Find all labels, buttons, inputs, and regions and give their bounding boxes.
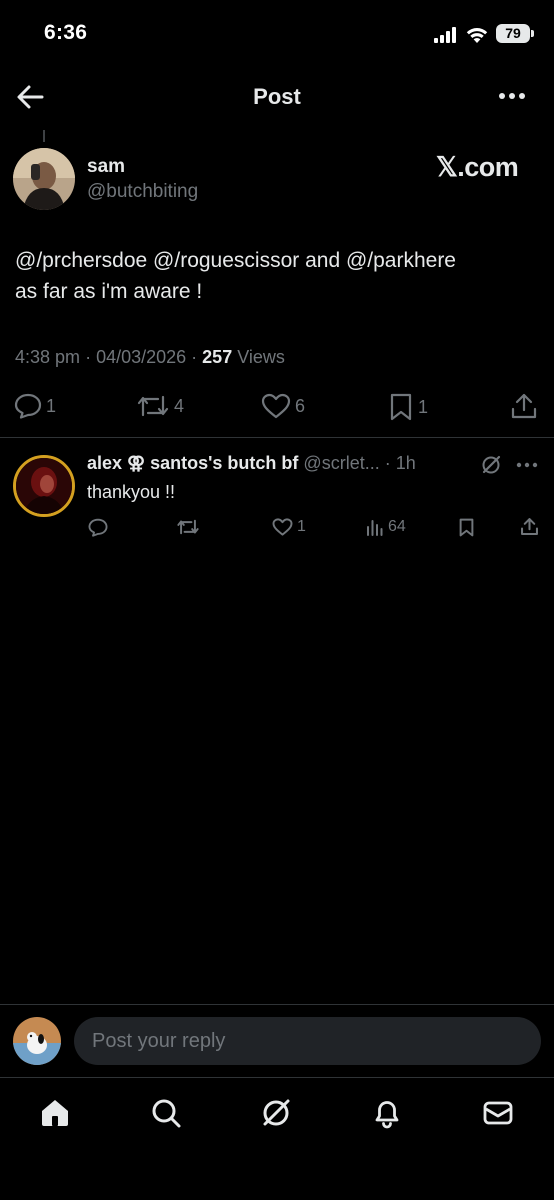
reply-author-name[interactable]: alex ⚢ santos's butch bf (87, 453, 298, 473)
comment-icon (88, 518, 108, 537)
mail-icon (483, 1101, 513, 1125)
reply-bookmark-button[interactable] (458, 518, 475, 537)
repost-count: 4 (174, 395, 185, 416)
post-text: @/prchersdoe @/roguescissor and @/parkhe… (15, 245, 540, 307)
battery-indicator: 79 (496, 24, 530, 43)
views-label: Views (237, 347, 285, 367)
post-text-line-2: as far as i'm aware ! (15, 280, 203, 303)
reply-author-handle[interactable]: @scrlet... (303, 453, 379, 473)
post-date: 04/03/2026 (96, 347, 187, 367)
views-count: 257 (202, 347, 233, 367)
reply-repost-button[interactable] (176, 518, 204, 536)
reply-avatar[interactable] (13, 455, 75, 517)
post-time: 4:38 pm (15, 347, 81, 367)
heart-icon (261, 393, 291, 419)
grok-icon (263, 1099, 290, 1126)
reply-input[interactable] (74, 1017, 541, 1065)
home-icon (42, 1100, 68, 1126)
meta-separator: · (191, 347, 203, 367)
tab-grok[interactable] (260, 1097, 292, 1129)
post-meta: 4:38 pm · 04/03/2026 · 257 Views (15, 347, 285, 368)
more-options-button[interactable] (498, 91, 526, 101)
search-icon (152, 1099, 181, 1128)
share-button[interactable] (510, 392, 538, 420)
reply-share-button[interactable] (520, 517, 539, 536)
bookmark-button[interactable]: 1 (388, 393, 428, 421)
bookmark-icon (390, 393, 412, 421)
wifi-icon (465, 24, 489, 43)
more-horizontal-icon (516, 462, 538, 468)
reply-text: thankyou !! (87, 482, 176, 502)
post-text-line-1: @/prchersdoe @/roguescissor and @/parkhe… (15, 249, 456, 272)
reply-button[interactable]: 1 (14, 393, 56, 419)
bookmark-count: 1 (418, 396, 429, 417)
battery-tip (531, 30, 534, 37)
comment-icon (14, 393, 42, 419)
repost-icon (137, 395, 169, 417)
share-icon (511, 393, 537, 419)
signal-icon (434, 27, 458, 43)
meta-separator: · (85, 347, 97, 367)
reply-like-count: 1 (297, 518, 306, 535)
reply-views-count: 64 (388, 518, 406, 535)
page-title: Post (253, 84, 301, 109)
post-divider (0, 437, 554, 438)
reply-views-button[interactable]: 64 (366, 518, 406, 536)
tabbar-divider (0, 1077, 554, 1078)
repost-button[interactable]: 4 (136, 393, 184, 419)
more-horizontal-icon (499, 93, 525, 99)
repost-icon (177, 519, 199, 535)
heart-icon (272, 518, 293, 536)
author-avatar[interactable] (13, 148, 75, 210)
grok-button[interactable] (480, 454, 502, 476)
share-icon (521, 518, 538, 535)
my-avatar[interactable] (13, 1017, 61, 1065)
tab-home[interactable] (39, 1097, 71, 1129)
bell-icon (375, 1101, 399, 1129)
views-icon (367, 520, 383, 536)
reply-header: alex ⚢ santos's butch bf @scrlet... · 1h (87, 453, 416, 474)
x-watermark: 𝕏.com (436, 152, 519, 182)
like-count: 6 (295, 395, 306, 416)
thread-line (43, 130, 45, 142)
author-handle[interactable]: @butchbiting (87, 181, 198, 203)
reply-more-button[interactable] (516, 461, 538, 469)
grok-icon (482, 455, 501, 474)
bookmark-icon (459, 518, 474, 537)
like-button[interactable]: 6 (261, 393, 305, 419)
reply-time: 1h (395, 453, 416, 473)
tab-messages[interactable] (482, 1097, 514, 1129)
reply-count: 1 (46, 395, 57, 416)
status-time: 6:36 (44, 21, 88, 44)
author-name[interactable]: sam (87, 156, 125, 178)
tab-notifications[interactable] (371, 1097, 403, 1129)
reply-like-button[interactable]: 1 (272, 518, 306, 536)
reply-reply-button[interactable] (88, 518, 112, 537)
reply-separator: · (379, 453, 396, 473)
tab-search[interactable] (150, 1097, 182, 1129)
composer-divider (0, 1004, 554, 1005)
